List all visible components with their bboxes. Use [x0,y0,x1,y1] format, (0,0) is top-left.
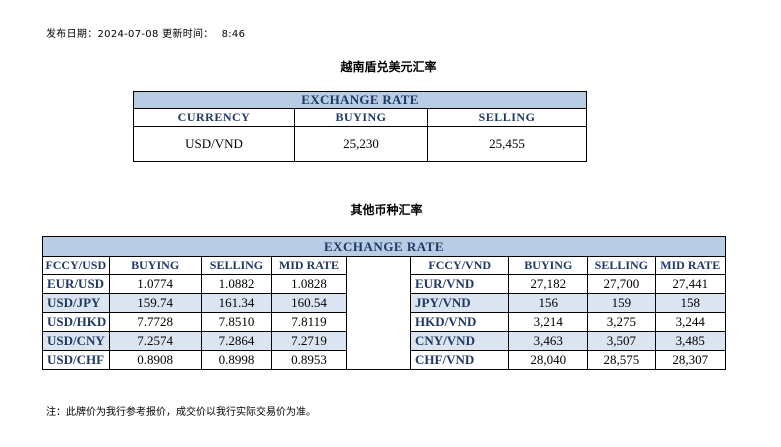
buying-cell: 159.74 [109,293,202,313]
selling-cell: 27,700 [587,274,656,294]
col-fccy-usd: FCCY/USD [42,256,110,275]
buying-cell: 3,214 [508,312,589,332]
pair-cell: HKD/VND [410,312,510,332]
mid-rate-cell: 28,307 [655,350,726,370]
other-exchange-table: EXCHANGE RATE FCCY/USD BUYING SELLING MI… [42,236,726,370]
buying-cell: 7.2574 [109,331,202,351]
pair-cell: JPY/VND [410,293,510,313]
mid-rate-cell: 7.8119 [271,312,347,332]
col-buying: BUYING [109,256,202,275]
mid-rate-cell: 27,441 [655,274,726,294]
column-gap [346,293,412,313]
selling-cell: 3,275 [587,312,656,332]
column-gap [346,274,412,294]
pair-cell: EUR/USD [42,274,110,294]
col-selling: SELLING [427,108,587,127]
currency-cell: USD/VND [133,126,295,162]
pair-cell: USD/CHF [42,350,110,370]
column-gap [346,350,412,370]
pair-cell: USD/JPY [42,293,110,313]
table-row: USD/HKD 7.7728 7.8510 7.8119 HKD/VND 3,2… [42,312,726,332]
pair-cell: CNY/VND [410,331,510,351]
buying-cell: 7.7728 [109,312,202,332]
other-currencies-title: 其他币种汇率 [350,203,423,217]
buying-cell: 0.8908 [109,350,202,370]
mid-rate-cell: 3,244 [655,312,726,332]
mid-rate-cell: 0.8953 [271,350,347,370]
table-row: USD/CNY 7.2574 7.2864 7.2719 CNY/VND 3,4… [42,331,726,351]
buying-cell: 3,463 [508,331,589,351]
col-fccy-vnd: FCCY/VND [410,256,510,275]
col-mid-rate: MID RATE [655,256,726,275]
selling-cell: 1.0882 [201,274,273,294]
mid-rate-cell: 160.54 [271,293,347,313]
pair-cell: EUR/VND [410,274,510,294]
table-row: USD/VND 25,230 25,455 [133,126,587,162]
table-row: USD/JPY 159.74 161.34 160.54 JPY/VND 156… [42,293,726,313]
buying-cell: 28,040 [508,350,589,370]
mid-rate-cell: 7.2719 [271,331,347,351]
publish-info: 发布日期：2024-07-08 更新时间： 8:46 [46,25,245,40]
selling-cell: 28,575 [587,350,656,370]
column-gap [346,331,412,351]
vnd-table-title: EXCHANGE RATE [133,91,587,109]
buying-cell: 1.0774 [109,274,202,294]
selling-cell: 159 [587,293,656,313]
selling-cell: 7.2864 [201,331,273,351]
col-currency: CURRENCY [133,108,295,127]
pair-cell: USD/HKD [42,312,110,332]
buying-cell: 27,182 [508,274,589,294]
mid-rate-cell: 1.0828 [271,274,347,294]
pair-cell: USD/CNY [42,331,110,351]
column-gap [346,312,412,332]
col-buying: BUYING [294,108,428,127]
selling-cell: 0.8998 [201,350,273,370]
pair-cell: CHF/VND [410,350,510,370]
col-selling: SELLING [201,256,273,275]
col-mid-rate: MID RATE [271,256,347,275]
mid-rate-cell: 3,485 [655,331,726,351]
selling-cell: 161.34 [201,293,273,313]
publish-label: 发布日期：2024-07-08 更新时间： [46,29,214,40]
col-selling: SELLING [587,256,656,275]
footer-note: 注：此牌价为我行参考报价，成交价以我行实际交易价为准。 [46,407,316,418]
column-gap [346,256,412,275]
col-buying: BUYING [508,256,589,275]
selling-cell: 25,455 [489,136,525,151]
table-row: EUR/USD 1.0774 1.0882 1.0828 EUR/VND 27,… [42,274,726,294]
vnd-usd-title: 越南盾兑美元汇率 [340,60,437,74]
update-time: 8:46 [221,29,246,40]
selling-cell: 7.8510 [201,312,273,332]
table-row: USD/CHF 0.8908 0.8998 0.8953 CHF/VND 28,… [42,350,726,370]
other-table-title: EXCHANGE RATE [42,236,726,257]
mid-rate-cell: 158 [655,293,726,313]
vnd-exchange-table: EXCHANGE RATE CURRENCY BUYING SELLING US… [133,91,587,162]
selling-cell: 3,507 [587,331,656,351]
buying-cell: 156 [508,293,589,313]
buying-cell: 25,230 [294,126,428,162]
